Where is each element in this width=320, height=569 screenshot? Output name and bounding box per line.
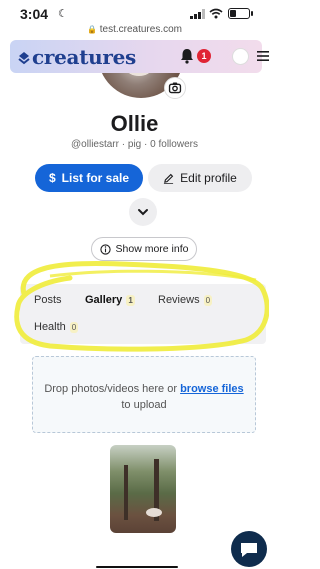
logo[interactable]: creatures	[18, 45, 136, 69]
edit-icon	[164, 173, 174, 184]
upload-dropzone[interactable]: Drop photos/videos here or browse files …	[32, 356, 256, 433]
change-photo-button[interactable]	[164, 77, 186, 99]
logo-text: creatures	[32, 45, 136, 69]
url-text: test.creatures.com	[99, 24, 182, 35]
signal-icon	[190, 9, 205, 19]
chat-icon	[241, 543, 257, 557]
dollar-icon: $	[48, 171, 56, 185]
notification-badge: 1	[197, 49, 211, 63]
battery-icon	[228, 8, 250, 19]
bell-icon[interactable]	[180, 48, 194, 64]
profile-species: pig	[127, 139, 142, 150]
profile-handle: @olliestarr	[71, 139, 119, 150]
browse-files-link[interactable]: browse files	[180, 383, 244, 395]
info-icon	[99, 243, 111, 255]
menu-icon[interactable]	[257, 50, 269, 62]
user-avatar[interactable]	[232, 48, 249, 65]
profile-followers[interactable]: 0 followers	[150, 139, 198, 150]
edit-profile-button[interactable]: Edit profile	[148, 164, 252, 192]
chevron-down-icon	[138, 209, 148, 216]
profile-name: Ollie	[110, 111, 159, 136]
list-for-sale-label: List for sale	[61, 171, 130, 185]
logo-icon	[18, 52, 30, 65]
chat-button[interactable]	[231, 531, 267, 567]
meta-separator: ·	[144, 139, 148, 150]
meta-separator: ·	[121, 139, 126, 150]
expand-button[interactable]	[129, 198, 157, 226]
screen: 3:04 ☾ 🔒 test.creatures.com creatures 1	[0, 0, 269, 569]
status-time: 3:04	[20, 6, 49, 22]
camera-icon	[168, 82, 182, 94]
upload-prompt: Drop photos/videos here or	[44, 383, 178, 395]
gallery-thumbnail[interactable]	[110, 445, 176, 533]
app-header: creatures 1	[10, 40, 269, 73]
wifi-icon	[209, 8, 223, 19]
url-bar[interactable]: 🔒 test.creatures.com	[0, 24, 269, 35]
list-for-sale-button[interactable]: $ List for sale	[35, 164, 143, 192]
highlight-scribble	[14, 260, 269, 352]
moon-icon: ☾	[58, 8, 68, 20]
lock-icon: 🔒	[86, 25, 97, 34]
profile-meta: @olliestarr · pig · 0 followers	[0, 139, 269, 150]
battery-nub	[251, 11, 253, 16]
home-indicator	[96, 566, 178, 568]
edit-profile-label: Edit profile	[180, 171, 237, 185]
upload-prompt-end: to upload	[121, 399, 167, 411]
